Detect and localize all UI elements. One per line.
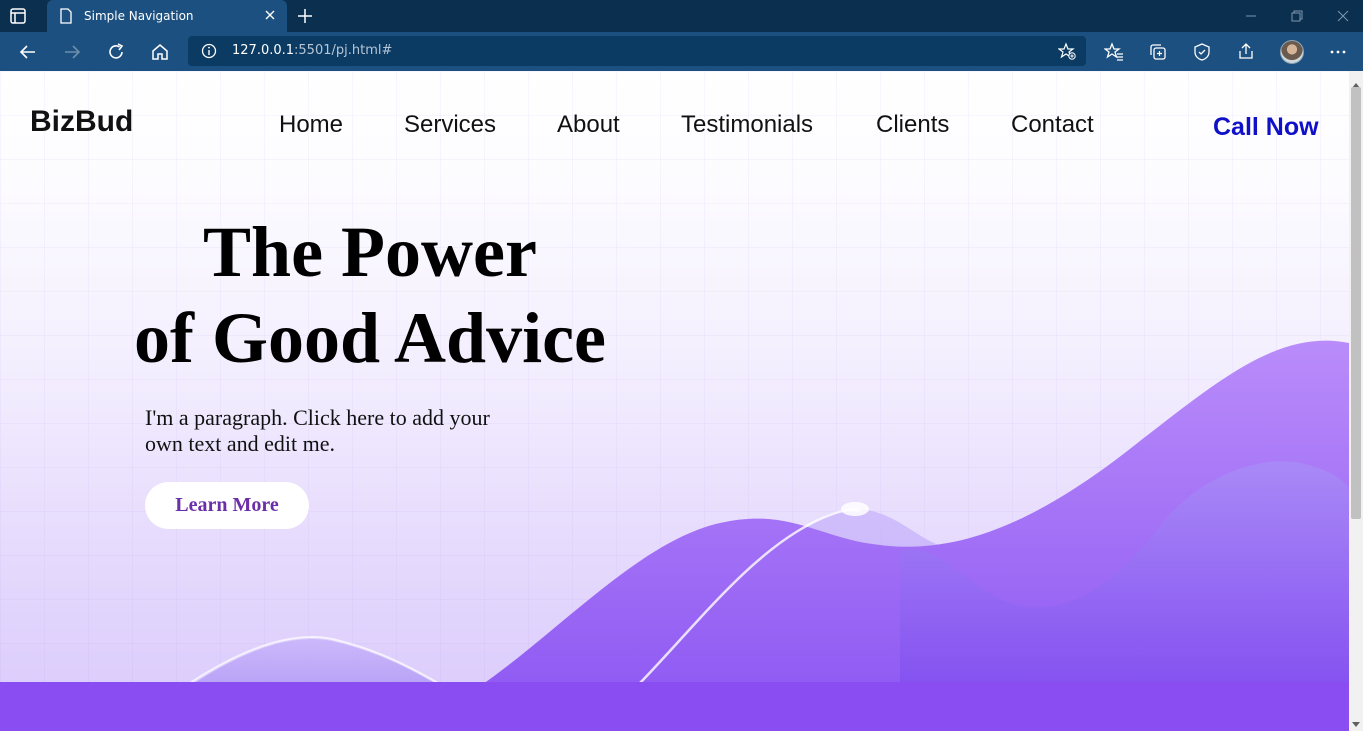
info-icon[interactable] [201,43,217,64]
nav-about[interactable]: About [557,111,620,139]
tab-title: Simple Navigation [84,9,194,23]
profile-avatar[interactable] [1280,40,1304,64]
back-icon[interactable] [18,42,38,67]
hero-title: The Power of Good Advice [110,209,630,381]
browser-toolbar: 127.0.0.1:5501/pj.html# [0,32,1363,71]
minimize-icon[interactable] [1244,9,1258,28]
nav-testimonials[interactable]: Testimonials [681,111,813,139]
page-icon [59,8,73,29]
forward-icon[interactable] [62,42,82,67]
left-hill [190,638,440,686]
url-path: :5501/pj.html# [294,43,393,58]
refresh-icon[interactable] [106,42,126,67]
add-favorite-icon[interactable] [1057,42,1076,65]
home-icon[interactable] [150,42,170,67]
share-icon[interactable] [1236,42,1256,67]
nav-services[interactable]: Services [404,111,496,139]
hero-title-line-1: The Power [203,212,537,292]
browser-essentials-icon[interactable] [1192,42,1212,67]
collections-icon[interactable] [1148,42,1168,67]
scroll-down-icon[interactable] [1352,715,1360,731]
hero-paragraph: I'm a paragraph. Click here to add your … [145,405,490,456]
page-scrollbar[interactable] [1349,71,1363,731]
restore-icon[interactable] [1290,9,1304,28]
scroll-thumb[interactable] [1351,87,1361,519]
hero-title-line-2: of Good Advice [133,298,606,378]
tab-actions-icon[interactable] [8,6,40,26]
glow-dot [841,502,869,516]
close-icon[interactable] [263,8,277,27]
hero-wave-illustration [0,340,1349,731]
url-text[interactable]: 127.0.0.1:5501/pj.html# [232,43,392,58]
favorites-icon[interactable] [1103,42,1124,67]
site-logo[interactable]: BizBud [30,105,133,139]
window-close-icon[interactable] [1336,9,1350,28]
plus-icon[interactable] [296,7,314,30]
browser-tab-bar: Simple Navigation [0,0,1363,32]
nav-home[interactable]: Home [279,111,343,139]
page-viewport: BizBud Home Services About Testimonials … [0,71,1349,731]
address-bar[interactable]: 127.0.0.1:5501/pj.html# [188,36,1086,66]
nav-clients[interactable]: Clients [876,111,949,139]
more-icon[interactable] [1328,42,1348,67]
browser-tab[interactable]: Simple Navigation [47,0,287,32]
learn-more-button[interactable]: Learn More [145,482,309,529]
url-host: 127.0.0.1 [232,43,295,58]
nav-contact[interactable]: Contact [1011,111,1094,139]
call-now-link[interactable]: Call Now [1213,113,1319,142]
bottom-band [0,682,1349,731]
